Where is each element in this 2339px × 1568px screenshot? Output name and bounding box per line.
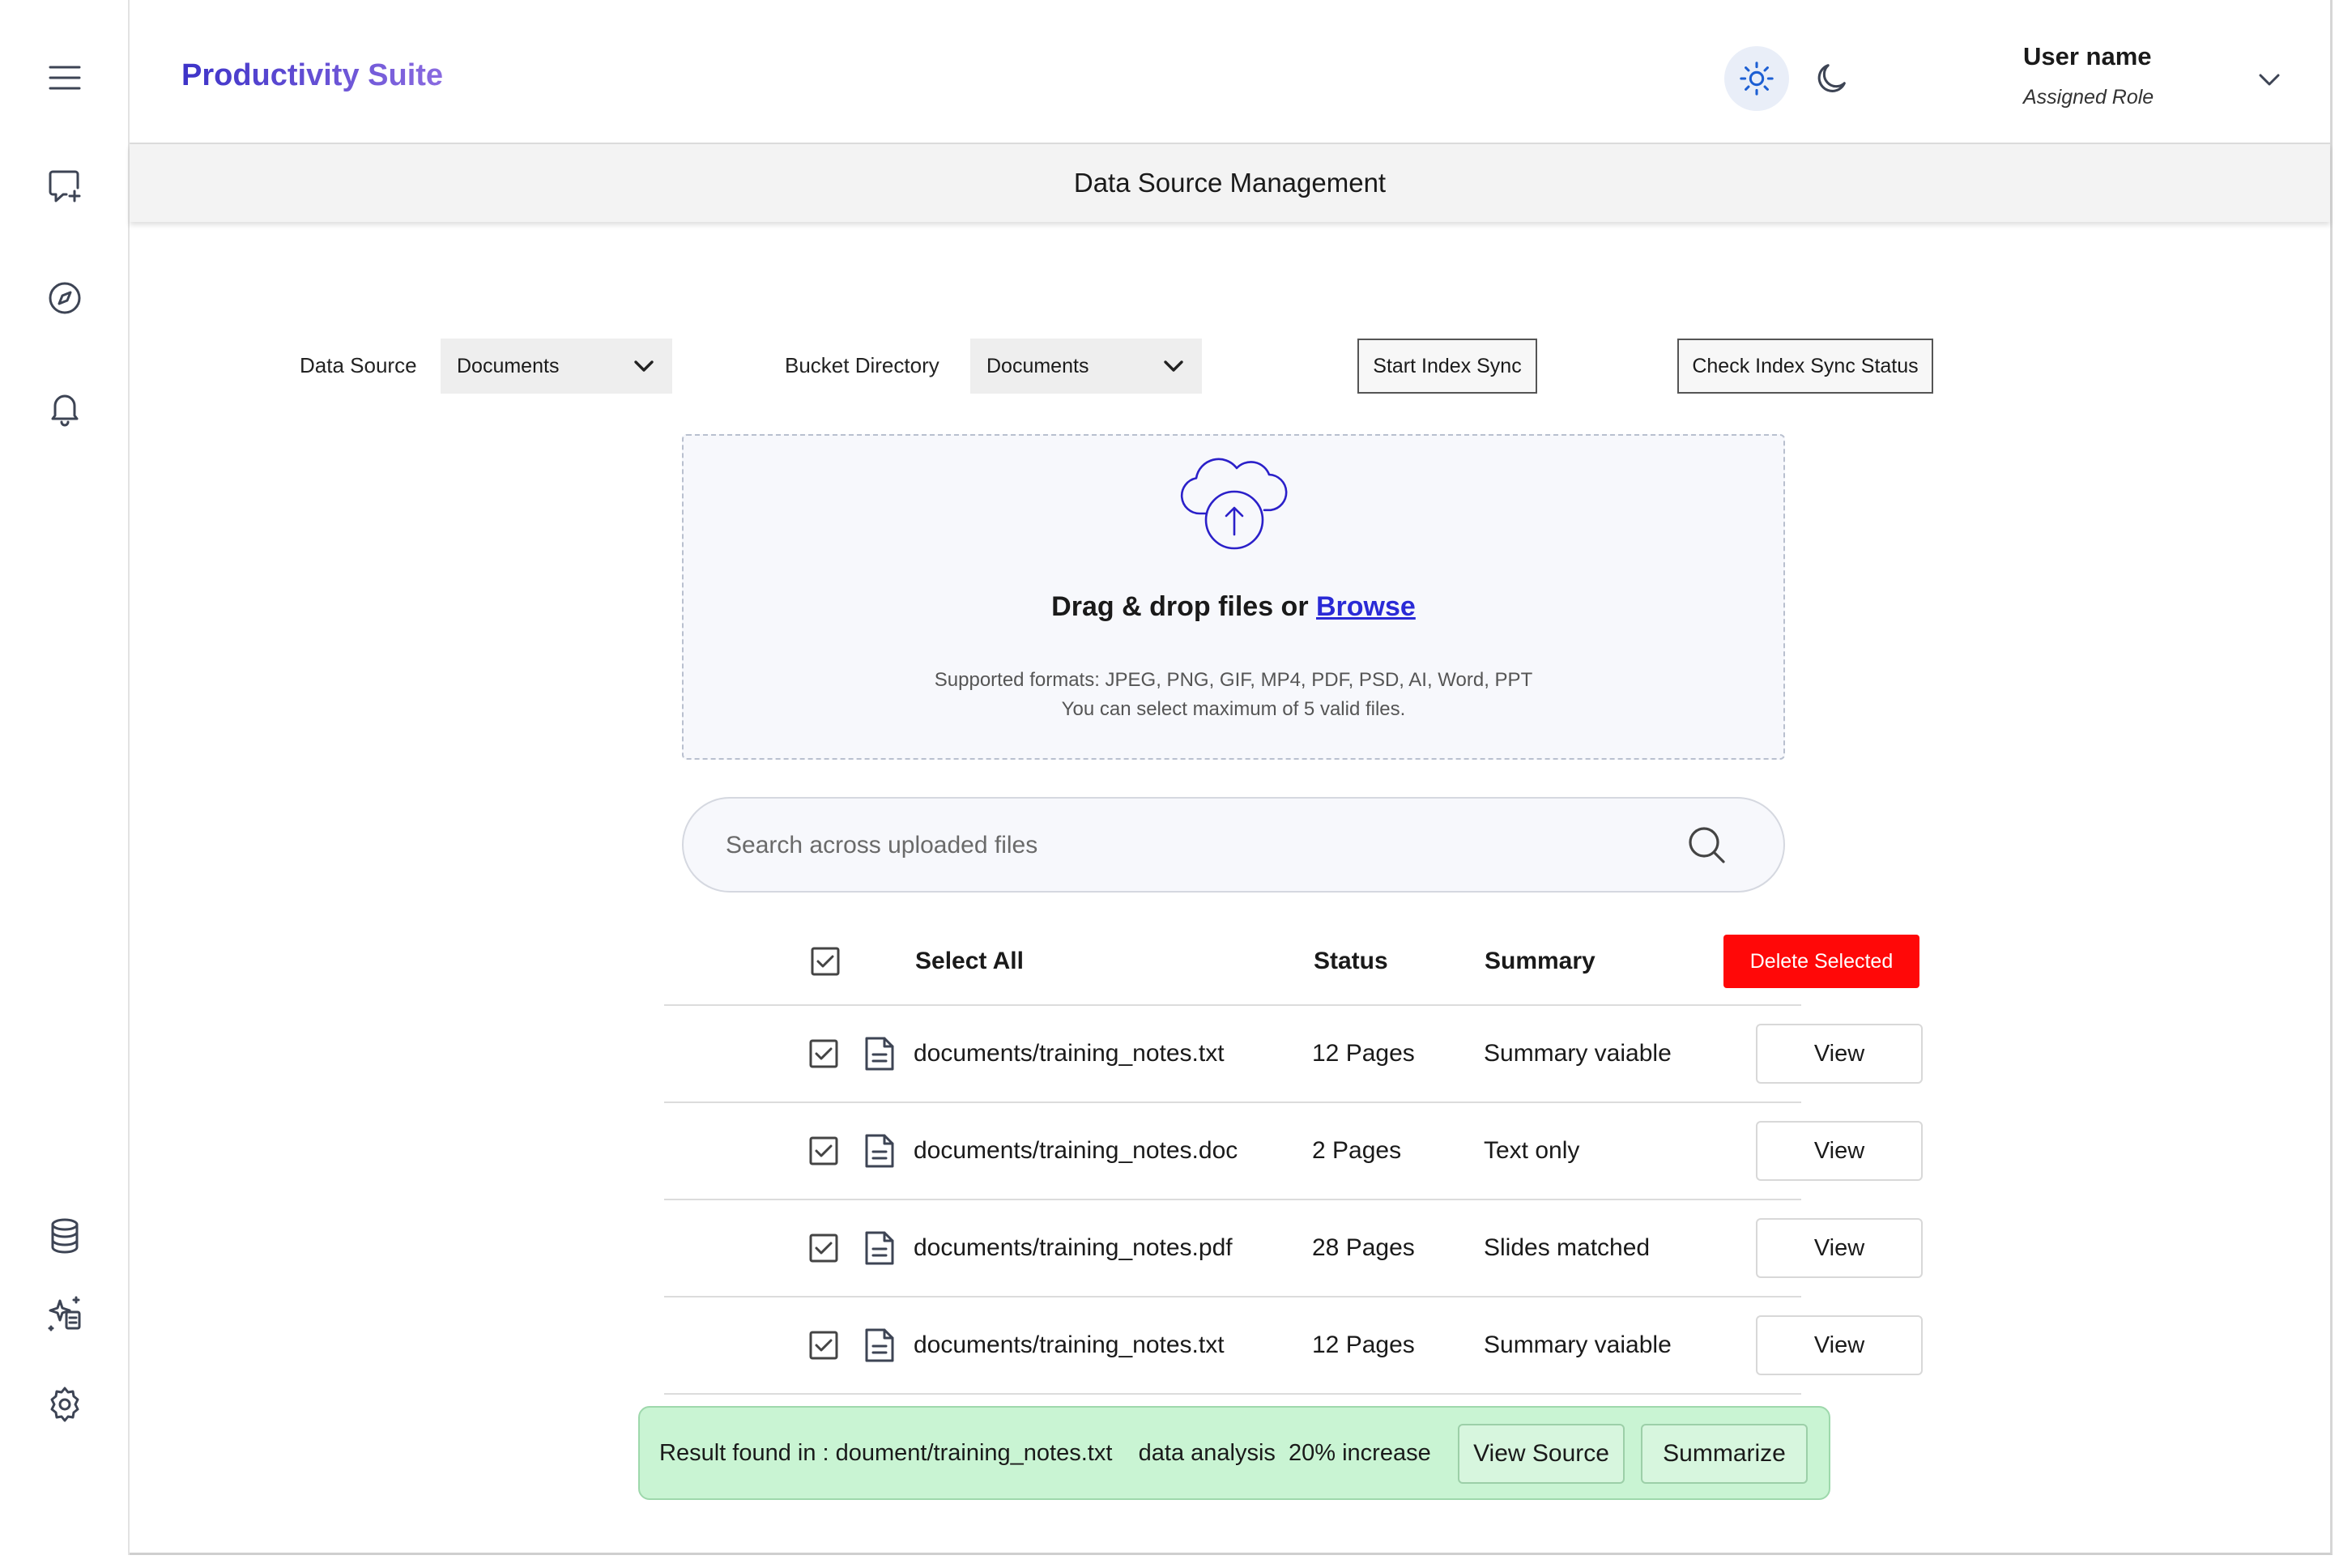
data-source-value: Documents bbox=[457, 354, 560, 377]
file-icon bbox=[862, 1132, 897, 1170]
file-status: 12 Pages bbox=[1312, 1040, 1415, 1067]
summarize-button[interactable]: Summarize bbox=[1641, 1424, 1808, 1484]
chevron-down-icon bbox=[2259, 74, 2280, 86]
file-icon bbox=[862, 1229, 897, 1267]
result-banner: Result found in : doument/training_notes… bbox=[638, 1406, 1830, 1500]
file-summary: Summary vaiable bbox=[1484, 1040, 1672, 1067]
data-source-label: Data Source bbox=[300, 353, 417, 377]
row-checkbox[interactable] bbox=[808, 1233, 839, 1263]
view-button[interactable]: View bbox=[1756, 1218, 1923, 1278]
summary-header: Summary bbox=[1485, 948, 1596, 974]
browse-link[interactable]: Browse bbox=[1316, 591, 1416, 622]
checkbox-checked-icon bbox=[811, 947, 840, 976]
bucket-directory-label: Bucket Directory bbox=[785, 353, 939, 377]
dark-mode-button[interactable] bbox=[1804, 51, 1860, 106]
search-icon[interactable] bbox=[1685, 823, 1728, 867]
main-panel: Productivity Suite User name Assigned Ro… bbox=[130, 0, 2333, 1555]
file-name: documents/training_notes.txt bbox=[914, 1332, 1225, 1358]
checkbox-checked-icon bbox=[809, 1331, 838, 1360]
view-button[interactable]: View bbox=[1756, 1024, 1923, 1084]
brand-title[interactable]: Productivity Suite bbox=[181, 58, 443, 93]
user-menu-chevron[interactable] bbox=[2252, 62, 2287, 97]
supported-formats-text: Supported formats: JPEG, PNG, GIF, MP4, … bbox=[934, 669, 1533, 691]
row-checkbox[interactable] bbox=[808, 1330, 839, 1361]
table-row: documents/training_notes.txt 12 Pages Su… bbox=[664, 1006, 1923, 1103]
ai-sparkle-icon[interactable] bbox=[39, 1288, 91, 1340]
check-index-sync-status-button[interactable]: Check Index Sync Status bbox=[1677, 339, 1933, 394]
checkbox-checked-icon bbox=[809, 1234, 838, 1263]
status-header: Status bbox=[1314, 948, 1388, 974]
row-checkbox[interactable] bbox=[808, 1038, 839, 1069]
new-chat-icon[interactable] bbox=[39, 160, 91, 212]
moon-icon bbox=[1817, 64, 1846, 92]
cloud-upload-icon bbox=[1174, 450, 1295, 556]
file-status: 2 Pages bbox=[1312, 1137, 1402, 1164]
max-files-text: You can select maximum of 5 valid files. bbox=[1061, 698, 1406, 720]
table-row: documents/training_notes.doc 2 Pages Tex… bbox=[664, 1103, 1923, 1200]
light-mode-button[interactable] bbox=[1724, 46, 1789, 111]
select-all-header: Select All bbox=[915, 948, 1024, 974]
user-role: Assigned Role bbox=[2023, 86, 2154, 109]
select-all-checkbox[interactable] bbox=[810, 946, 841, 977]
view-button[interactable]: View bbox=[1756, 1121, 1923, 1181]
page-title: Data Source Management bbox=[130, 144, 2330, 222]
checkbox-checked-icon bbox=[809, 1136, 838, 1165]
file-status: 28 Pages bbox=[1312, 1234, 1415, 1261]
menu-icon[interactable] bbox=[39, 52, 91, 104]
table-header: Select All Status Summary Delete Selecte… bbox=[664, 920, 1919, 1006]
chevron-down-icon bbox=[1164, 360, 1183, 372]
checkbox-checked-icon bbox=[809, 1039, 838, 1068]
compass-icon[interactable] bbox=[39, 272, 91, 324]
database-icon[interactable] bbox=[39, 1210, 91, 1262]
file-name: documents/training_notes.txt bbox=[914, 1040, 1225, 1067]
search-bar bbox=[682, 797, 1785, 893]
bucket-directory-select[interactable]: Documents bbox=[970, 339, 1202, 394]
view-button[interactable]: View bbox=[1756, 1315, 1923, 1375]
chevron-down-icon bbox=[634, 360, 654, 372]
table-row: documents/training_notes.pdf 28 Pages Sl… bbox=[664, 1200, 1923, 1297]
top-header: Productivity Suite User name Assigned Ro… bbox=[130, 0, 2330, 144]
gear-icon[interactable] bbox=[39, 1378, 91, 1430]
data-source-select[interactable]: Documents bbox=[441, 339, 672, 394]
file-status: 12 Pages bbox=[1312, 1332, 1415, 1358]
start-index-sync-button[interactable]: Start Index Sync bbox=[1357, 339, 1537, 394]
file-summary: Text only bbox=[1484, 1137, 1580, 1164]
sidebar bbox=[0, 0, 130, 1555]
user-name: User name bbox=[2023, 42, 2152, 70]
file-name: documents/training_notes.pdf bbox=[914, 1234, 1233, 1261]
view-source-button[interactable]: View Source bbox=[1458, 1424, 1625, 1484]
bucket-directory-value: Documents bbox=[986, 354, 1089, 377]
file-icon bbox=[862, 1327, 897, 1364]
result-text: Result found in : doument/training_notes… bbox=[659, 1440, 1431, 1466]
files-table: Select All Status Summary Delete Selecte… bbox=[664, 920, 1923, 1395]
file-dropzone[interactable]: Drag & drop files or Browse Supported fo… bbox=[682, 434, 1785, 760]
search-input[interactable] bbox=[724, 799, 1667, 893]
file-name: documents/training_notes.doc bbox=[914, 1137, 1238, 1164]
file-summary: Summary vaiable bbox=[1484, 1332, 1672, 1358]
sun-icon bbox=[1740, 62, 1774, 96]
row-checkbox[interactable] bbox=[808, 1136, 839, 1166]
table-row: documents/training_notes.txt 12 Pages Su… bbox=[664, 1297, 1923, 1395]
dropzone-title-text: Drag & drop files or bbox=[1051, 591, 1309, 622]
file-summary: Slides matched bbox=[1484, 1234, 1651, 1261]
dropzone-title: Drag & drop files or Browse bbox=[684, 591, 1783, 623]
bell-icon[interactable] bbox=[39, 382, 91, 434]
file-icon bbox=[862, 1035, 897, 1072]
delete-selected-button[interactable]: Delete Selected bbox=[1723, 935, 1919, 988]
